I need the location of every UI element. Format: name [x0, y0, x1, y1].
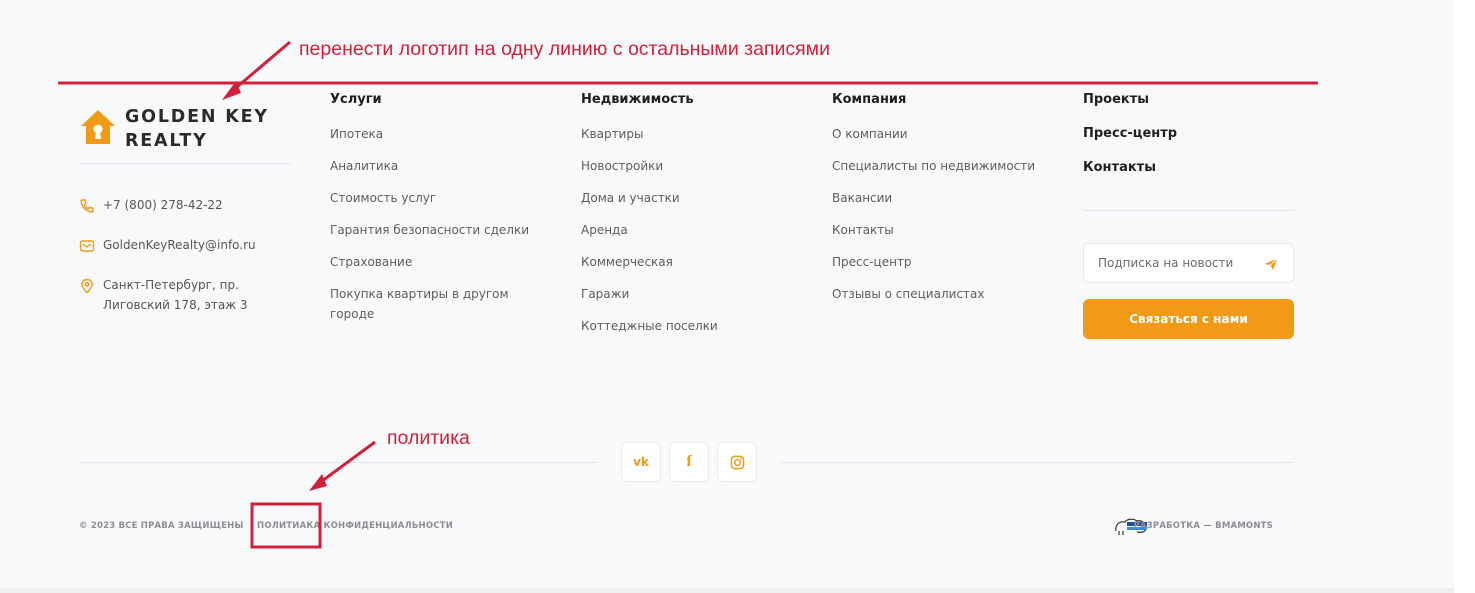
- policy-arrow-head: [309, 474, 327, 491]
- logo-annotation: перенести логотип на одну линию с осталь…: [299, 38, 830, 60]
- policy-highlight-box: [250, 502, 322, 549]
- policy-arrow: [317, 440, 376, 486]
- annotation-overlay: [58, 40, 1318, 549]
- policy-annotation: политика: [387, 427, 470, 449]
